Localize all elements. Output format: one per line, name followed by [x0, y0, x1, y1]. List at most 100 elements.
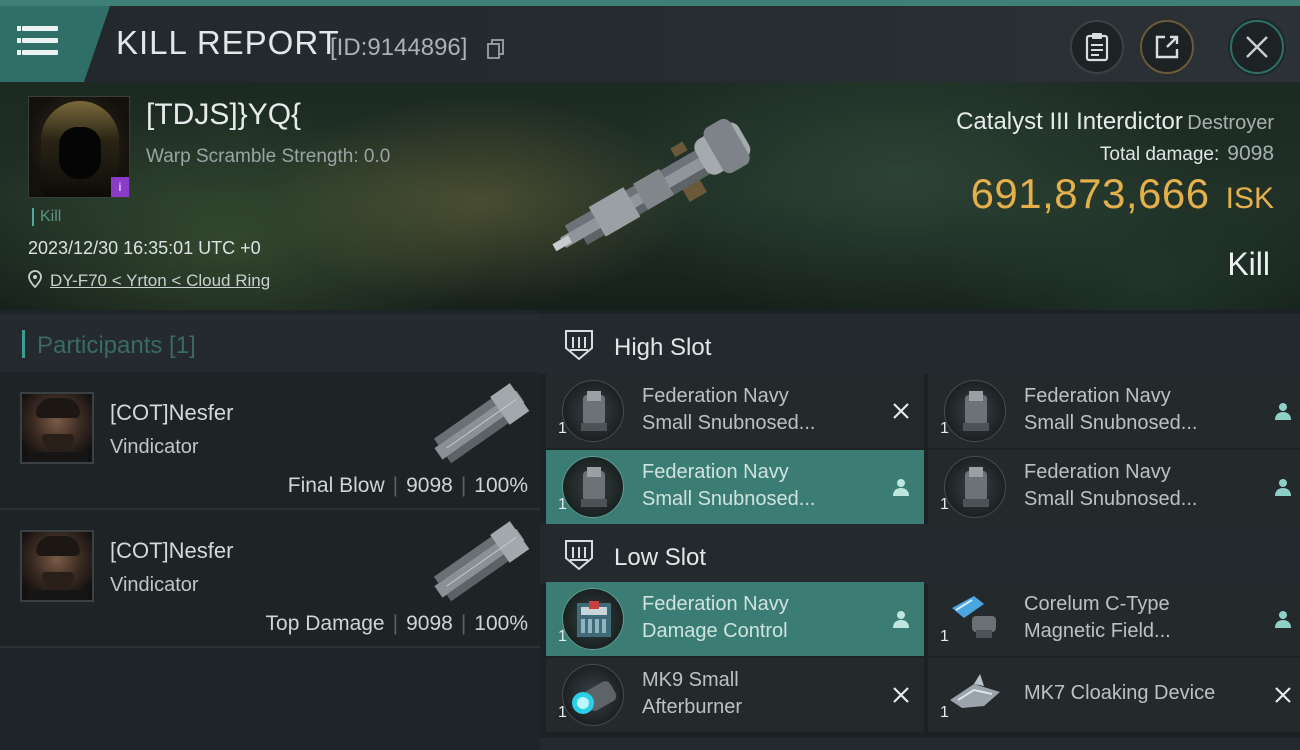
participant-role: Top Damage	[265, 612, 385, 635]
module-name-line1: Federation Navy	[642, 385, 789, 407]
dropped-person-icon	[1275, 403, 1291, 420]
result-label: Kill	[1227, 246, 1270, 282]
participant-stats: Final Blow | 9098 | 100%	[287, 474, 528, 497]
low-slot-header: Low Slot	[540, 524, 1300, 584]
module-qty: 1	[940, 420, 949, 437]
module-item[interactable]: 1 Federation Navy Damage Control	[546, 582, 924, 656]
module-item[interactable]: 1 MK9 Small Afterburner	[546, 658, 924, 732]
warp-scramble-strength: Warp Scramble Strength: 0.0	[146, 146, 391, 167]
next-slot-header	[540, 738, 1300, 750]
dropped-person-icon	[1275, 611, 1291, 628]
isk-value: 691,873,666 ISK	[971, 170, 1274, 218]
low-slot-title: Low Slot	[614, 544, 707, 571]
ship-name[interactable]: Catalyst III Interdictor	[956, 108, 1183, 135]
module-name-line1: Federation Navy	[1024, 461, 1171, 483]
isk-amount: 691,873,666	[970, 170, 1210, 217]
module-name-line1: MK9 Small	[642, 669, 739, 691]
module-item[interactable]: 1 Federation Navy Small Snubnosed...	[928, 374, 1300, 448]
destroyed-x-icon	[893, 687, 909, 703]
module-name-line2: Magnetic Field...	[1024, 620, 1171, 642]
participant-name[interactable]: [COT]Nesfer	[110, 538, 233, 564]
module-qty: 1	[558, 628, 567, 645]
high-slot-icon	[565, 330, 593, 361]
module-name-line1: Federation Navy	[642, 461, 789, 483]
module-name-line2: Afterburner	[642, 696, 743, 718]
clipboard-icon	[1085, 33, 1109, 62]
module-qty: 1	[558, 420, 567, 437]
clipboard-button[interactable]	[1070, 20, 1124, 74]
module-name-line1: Federation Navy	[642, 593, 789, 615]
participant-ship: Vindicator	[110, 436, 199, 458]
dropped-person-icon	[1275, 479, 1291, 496]
victim-ship: Catalyst III Interdictor Destroyer	[956, 108, 1274, 136]
corp-badge: i	[111, 177, 129, 197]
module-item[interactable]: 1 Federation Navy Small Snubnosed...	[928, 450, 1300, 524]
high-slot-title: High Slot	[614, 334, 712, 361]
module-item[interactable]: 1 Federation Navy Small Snubnosed...	[546, 374, 924, 448]
dropped-person-icon	[893, 611, 909, 628]
turret-icon	[944, 456, 1006, 518]
magnetic-field-icon	[944, 588, 1006, 650]
avatar[interactable]	[20, 392, 94, 464]
participant-percent: 100%	[474, 612, 528, 635]
damage-control-icon	[562, 588, 624, 650]
location-link[interactable]: DY-F70 < Yrton < Cloud Ring	[50, 271, 270, 291]
module-qty: 1	[940, 496, 949, 513]
module-name-line1: Federation Navy	[1024, 385, 1171, 407]
participants-title: Participants [1]	[37, 332, 196, 359]
cloaking-device-icon	[944, 664, 1006, 726]
kill-tag: Kill	[32, 208, 61, 226]
top-bar: KILL REPORT [ID:9144896]	[0, 0, 1300, 82]
victim-portrait[interactable]: i	[28, 96, 130, 198]
destroyed-x-icon	[1275, 687, 1291, 703]
dropped-person-icon	[893, 479, 909, 496]
module-qty: 1	[558, 496, 567, 513]
turret-icon	[944, 380, 1006, 442]
copy-icon[interactable]	[487, 39, 505, 59]
total-damage: Total damage: 9098	[1100, 142, 1274, 166]
participant-ship-image[interactable]	[425, 380, 535, 472]
participant-role: Final Blow	[287, 474, 385, 497]
victim-header: i [TDJS]}YQ{ Warp Scramble Strength: 0.0…	[0, 82, 1300, 310]
participants-panel: Participants [1] [COT]Nesfer Vindicator …	[0, 310, 540, 750]
module-item[interactable]: 1 Federation Navy Small Snubnosed...	[546, 450, 924, 524]
victim-name[interactable]: [TDJS]}YQ{	[146, 98, 301, 132]
share-icon	[1155, 35, 1179, 59]
total-damage-value: 9098	[1227, 142, 1274, 165]
module-name-line2: Small Snubnosed...	[1024, 488, 1198, 510]
total-damage-label: Total damage:	[1099, 144, 1220, 165]
share-button[interactable]	[1140, 20, 1194, 74]
high-slot-header: High Slot	[540, 314, 1300, 374]
module-name-line2: Small Snubnosed...	[642, 488, 816, 510]
destroyed-x-icon	[893, 403, 909, 419]
close-button[interactable]	[1230, 20, 1284, 74]
participant-stats: Top Damage | 9098 | 100%	[265, 612, 528, 635]
module-name-line1: Corelum C-Type	[1024, 593, 1170, 615]
module-name-line2: Small Snubnosed...	[642, 412, 816, 434]
module-qty: 1	[558, 704, 567, 721]
module-name-line2: Small Snubnosed...	[1024, 412, 1198, 434]
participant-row[interactable]: [COT]Nesfer Vindicator Top Damage | 9098 | 1…	[0, 512, 540, 648]
location-pin-icon	[28, 270, 42, 288]
page-title: KILL REPORT	[116, 24, 340, 61]
participant-row[interactable]: [COT]Nesfer Vindicator Final Blow | 9098 | 1…	[0, 374, 540, 510]
menu-button[interactable]	[0, 6, 110, 82]
afterburner-icon	[562, 664, 624, 726]
participant-damage: 9098	[406, 612, 453, 635]
victim-ship-image[interactable]	[530, 112, 780, 272]
module-qty: 1	[940, 628, 949, 645]
close-icon	[1246, 36, 1268, 58]
module-item[interactable]: 1 Corelum C-Type Magnetic Field...	[928, 582, 1300, 656]
participant-name[interactable]: [COT]Nesfer	[110, 400, 233, 426]
participants-header: Participants [1]	[0, 314, 540, 372]
isk-unit: ISK	[1225, 182, 1274, 215]
module-item[interactable]: 1 MK7 Cloaking Device	[928, 658, 1300, 732]
avatar[interactable]	[20, 530, 94, 602]
turret-icon	[562, 380, 624, 442]
module-name: MK7 Cloaking Device	[1024, 682, 1216, 704]
participant-ship-image[interactable]	[425, 518, 535, 610]
participant-damage: 9098	[406, 474, 453, 497]
kill-datetime: 2023/12/30 16:35:01 UTC +0	[28, 238, 261, 258]
ship-class: Destroyer	[1187, 112, 1274, 134]
menu-icon	[17, 26, 58, 56]
